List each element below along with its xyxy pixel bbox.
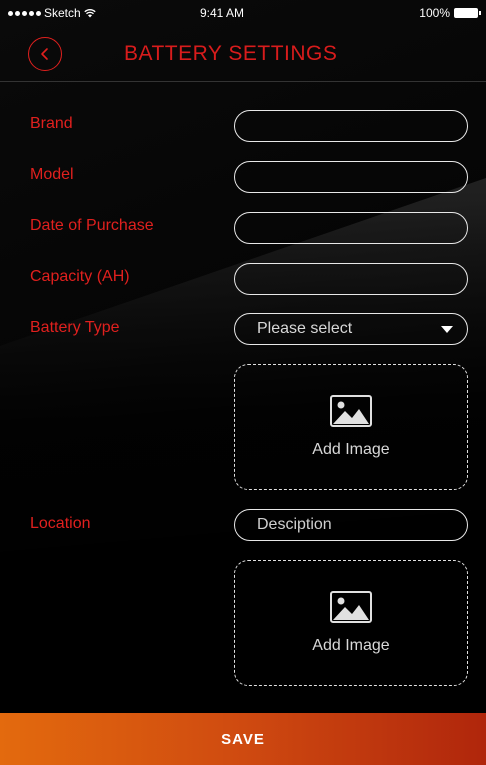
battery-type-select[interactable]: Please select: [234, 313, 468, 345]
location-add-image-label: Add Image: [312, 637, 390, 654]
date-of-purchase-label: Date of Purchase: [30, 217, 154, 234]
model-label: Model: [30, 166, 74, 183]
carrier-name: Sketch: [44, 6, 81, 20]
battery-settings-screen: Sketch 9:41 AM 100% BATTERY SETTINGS Bra…: [0, 0, 486, 765]
location-label: Location: [30, 515, 91, 532]
battery-add-image-label: Add Image: [312, 441, 390, 458]
chevron-left-icon: [41, 48, 48, 60]
brand-label: Brand: [30, 115, 73, 132]
model-input[interactable]: [234, 161, 468, 193]
battery-add-image-button[interactable]: Add Image: [234, 364, 468, 490]
image-icon: [330, 591, 372, 623]
battery-percent: 100%: [419, 6, 450, 20]
location-add-image-button[interactable]: Add Image: [234, 560, 468, 686]
status-time: 9:41 AM: [200, 6, 245, 20]
page-title: BATTERY SETTINGS: [124, 42, 338, 65]
status-bar: Sketch 9:41 AM 100%: [0, 0, 486, 26]
wifi-icon: [84, 9, 96, 18]
save-button[interactable]: SAVE: [0, 713, 486, 765]
location-description-input[interactable]: [234, 509, 468, 541]
battery-type-label: Battery Type: [30, 319, 120, 336]
caret-down-icon: [441, 325, 453, 333]
status-left: Sketch: [8, 6, 96, 20]
save-button-label: SAVE: [221, 730, 265, 748]
brand-input[interactable]: [234, 110, 468, 142]
battery-type-selected: Please select: [257, 320, 353, 337]
battery-icon: [454, 8, 481, 18]
image-icon: [330, 395, 372, 427]
nav-bar: BATTERY SETTINGS: [0, 26, 486, 82]
back-button[interactable]: [28, 37, 62, 71]
date-of-purchase-input[interactable]: [234, 212, 468, 244]
capacity-input[interactable]: [234, 263, 468, 295]
capacity-label: Capacity (AH): [30, 268, 130, 285]
status-right: 100%: [419, 6, 481, 20]
signal-dots-icon: [8, 10, 41, 16]
